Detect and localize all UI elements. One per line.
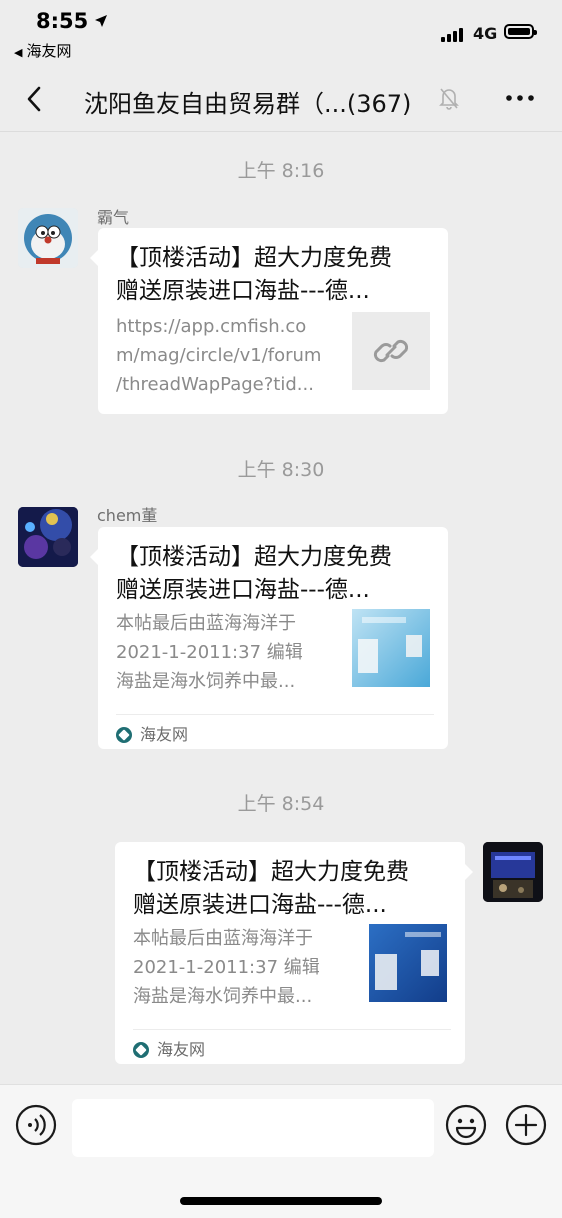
avatar-image <box>18 208 78 268</box>
timestamp: 上午 8:54 <box>237 793 325 815</box>
link-card-message-own[interactable]: 【顶楼活动】超大力度免费 赠送原装进口海盐---德... 本帖最后由蓝海海洋于 … <box>115 842 473 1064</box>
preview-image <box>352 609 430 687</box>
preview-image <box>369 924 447 1002</box>
card-title: 【顶楼活动】超大力度免费 赠送原装进口海盐---德... <box>116 245 392 304</box>
link-icon <box>373 339 409 363</box>
emoji-icon <box>445 1104 487 1146</box>
more-functions-button[interactable] <box>505 1104 547 1146</box>
plus-icon <box>505 1104 547 1146</box>
avatar-image <box>483 842 543 902</box>
card-title: 【顶楼活动】超大力度免费 赠送原装进口海盐---德... <box>116 544 392 603</box>
emoji-button[interactable] <box>445 1104 487 1146</box>
avatar[interactable] <box>18 208 78 268</box>
avatar-self[interactable] <box>483 842 543 902</box>
sender-name: chem董 <box>97 506 158 525</box>
avatar[interactable] <box>18 507 78 567</box>
card-title: 【顶楼活动】超大力度免费 赠送原装进口海盐---德... <box>133 859 409 918</box>
link-card-message[interactable]: 【顶楼活动】超大力度免费 赠送原装进口海盐---德... 本帖最后由蓝海海洋于 … <box>90 527 448 749</box>
source-name: 海友网 <box>140 725 189 744</box>
source-logo-icon <box>116 727 132 743</box>
location-arrow-icon <box>94 14 108 32</box>
link-thumbnail <box>352 312 430 390</box>
chevron-left-icon <box>27 86 41 112</box>
more-dots-icon <box>506 95 534 101</box>
status-time: 8:55 <box>36 9 89 33</box>
home-indicator[interactable] <box>180 1197 382 1205</box>
battery-icon <box>504 24 537 39</box>
more-button[interactable] <box>505 88 535 108</box>
card-description: https://app.cmfish.co m/mag/circle/v1/fo… <box>116 316 322 395</box>
timestamp: 上午 8:30 <box>237 459 325 481</box>
card-source: 海友网 <box>116 721 188 745</box>
network-type: 4G <box>473 24 498 43</box>
message-input[interactable] <box>72 1099 434 1157</box>
chat-title: 沈阳鱼友自由贸易群（...(367) <box>84 90 412 118</box>
source-logo-icon <box>133 1042 149 1058</box>
avatar-image <box>18 507 78 567</box>
back-button[interactable] <box>22 84 52 114</box>
input-bar <box>0 1084 562 1218</box>
chat-header: 沈阳鱼友自由贸易群（...(367) <box>0 66 562 132</box>
link-card-message[interactable]: 【顶楼活动】超大力度免费 赠送原装进口海盐---德... https://app… <box>90 228 448 414</box>
card-description: 本帖最后由蓝海海洋于 2021-1-2011:37 编辑 海盐是海水饲养中最..… <box>133 928 320 1007</box>
back-to-app-link[interactable]: ◀ 海友网 <box>14 40 71 61</box>
timestamp: 上午 8:16 <box>237 160 325 182</box>
status-bar: 8:55 ◀ 海友网 4G <box>0 0 562 66</box>
sender-name: 霸气 <box>97 208 130 227</box>
signal-icon <box>441 26 467 42</box>
card-description: 本帖最后由蓝海海洋于 2021-1-2011:37 编辑 海盐是海水饲养中最..… <box>116 613 303 692</box>
voice-icon <box>15 1104 57 1146</box>
muted-bell-icon <box>438 86 460 110</box>
voice-button[interactable] <box>15 1104 57 1146</box>
source-name: 海友网 <box>157 1040 206 1059</box>
card-source: 海友网 <box>133 1036 205 1060</box>
back-app-label: 海友网 <box>26 42 72 60</box>
back-triangle-icon: ◀ <box>14 46 23 59</box>
